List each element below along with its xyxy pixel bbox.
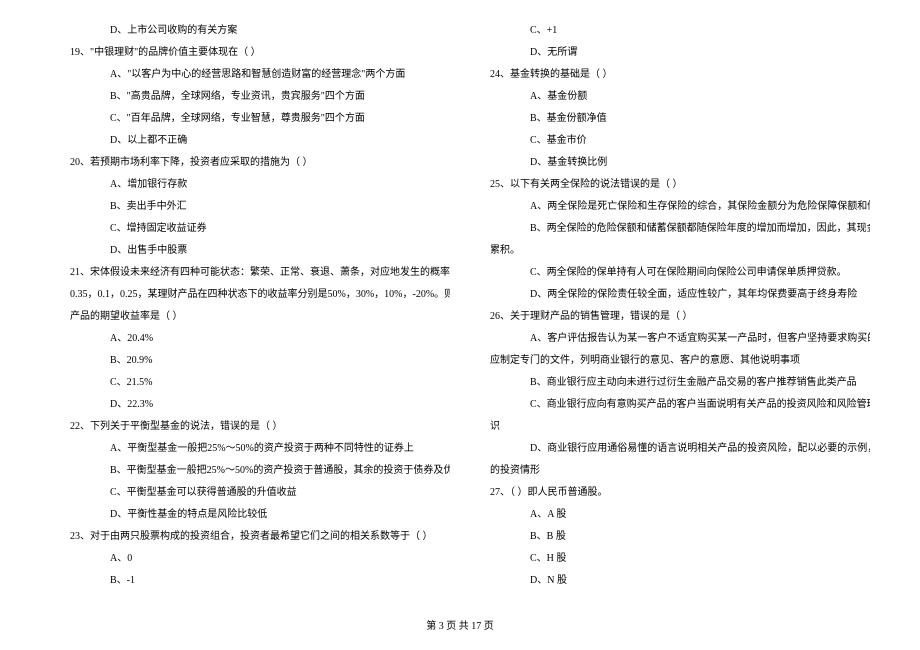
text-line: A、两全保险是死亡保险和生存保险的综合，其保险金额分为危险保障保额和储蓄保额。 (470, 196, 870, 218)
text-line: C、基金市价 (470, 130, 870, 152)
text-line: 26、关于理财产品的销售管理，错误的是（ ） (470, 306, 870, 328)
text-line: D、无所谓 (470, 42, 870, 64)
text-line: D、22.3% (50, 394, 450, 416)
left-column: D、上市公司收购的有关方案19、"中银理财"的品牌价值主要体现在（ ）A、"以客… (40, 20, 460, 600)
text-line: A、A 股 (470, 504, 870, 526)
text-line: B、-1 (50, 570, 450, 592)
text-line: D、商业银行应用通俗易懂的语言说明相关产品的投资风险，配以必要的示例，说明最不利 (470, 438, 870, 460)
text-line: 22、下列关于平衡型基金的说法，错误的是（ ） (50, 416, 450, 438)
text-line: D、两全保险的保险责任较全面，适应性较广，其年均保费要高于终身寿险 (470, 284, 870, 306)
text-line: B、基金份额净值 (470, 108, 870, 130)
text-line: C、"百年品牌，全球网络，专业智慧，尊贵服务"四个方面 (50, 108, 450, 130)
text-line: A、"以客户为中心的经营思路和智慧创造财富的经营理念"两个方面 (50, 64, 450, 86)
text-line: C、+1 (470, 20, 870, 42)
text-line: D、平衡性基金的特点是风险比较低 (50, 504, 450, 526)
text-line: 应制定专门的文件，列明商业银行的意见、客户的意愿、其他说明事项 (470, 350, 870, 372)
text-line: C、21.5% (50, 372, 450, 394)
text-line: A、客户评估报告认为某一客户不适宜购买某一产品时，但客户坚持要求购买的，商业银行 (470, 328, 870, 350)
text-line: B、B 股 (470, 526, 870, 548)
page-footer: 第 3 页 共 17 页 (0, 617, 920, 632)
text-line: D、上市公司收购的有关方案 (50, 20, 450, 42)
text-line: A、基金份额 (470, 86, 870, 108)
text-line: 的投资情形 (470, 460, 870, 482)
text-line: C、商业银行应向有意购买产品的客户当面说明有关产品的投资风险和风险管理的基{本常 (470, 394, 870, 416)
text-line: 21、宋体假设未来经济有四种可能状态：繁荣、正常、衰退、萧条，对应地发生的概率是… (50, 262, 450, 284)
text-line: 0.35，0.1，0.25，某理财产品在四种状态下的收益率分别是50%，30%，… (50, 284, 450, 306)
text-line: D、基金转换比例 (470, 152, 870, 174)
text-line: A、20.4% (50, 328, 450, 350)
text-line: D、以上都不正确 (50, 130, 450, 152)
right-column: C、+1D、无所谓24、基金转换的基础是（ ）A、基金份额B、基金份额净值C、基… (460, 20, 880, 600)
text-line: B、两全保险的危险保额和储蓄保额都随保险年度的增加而增加，因此，其现金价值也逐渐 (470, 218, 870, 240)
text-line: B、商业银行应主动向未进行过衍生金融产品交易的客户推荐销售此类产品 (470, 372, 870, 394)
text-line: 识 (470, 416, 870, 438)
text-line: B、"高贵品牌，全球网络，专业资讯，贵宾服务"四个方面 (50, 86, 450, 108)
text-line: 累积。 (470, 240, 870, 262)
text-line: A、增加银行存款 (50, 174, 450, 196)
text-line: 24、基金转换的基础是（ ） (470, 64, 870, 86)
text-line: 产品的期望收益率是（ ） (50, 306, 450, 328)
text-line: A、0 (50, 548, 450, 570)
text-line: D、N 股 (470, 570, 870, 592)
text-line: B、卖出手中外汇 (50, 196, 450, 218)
text-line: 27、（ ）即人民币普通股。 (470, 482, 870, 504)
text-line: C、增持固定收益证券 (50, 218, 450, 240)
text-line: C、H 股 (470, 548, 870, 570)
text-line: B、20.9% (50, 350, 450, 372)
text-line: D、出售手中股票 (50, 240, 450, 262)
text-line: 23、对于由两只股票构成的投资组合，投资者最希望它们之间的相关系数等于（ ） (50, 526, 450, 548)
text-line: 25、以下有关两全保险的说法错误的是（ ） (470, 174, 870, 196)
text-line: B、平衡型基金一般把25%～50%的资产投资于普通股，其余的投资于债券及优先股 (50, 460, 450, 482)
text-line: 20、若预期市场利率下降，投资者应采取的措施为（ ） (50, 152, 450, 174)
text-line: C、平衡型基金可以获得普通股的升值收益 (50, 482, 450, 504)
page-content: D、上市公司收购的有关方案19、"中银理财"的品牌价值主要体现在（ ）A、"以客… (0, 0, 920, 600)
text-line: 19、"中银理财"的品牌价值主要体现在（ ） (50, 42, 450, 64)
text-line: A、平衡型基金一般把25%～50%的资产投资于两种不同特性的证券上 (50, 438, 450, 460)
text-line: C、两全保险的保单持有人可在保险期间向保险公司申请保单质押贷款。 (470, 262, 870, 284)
